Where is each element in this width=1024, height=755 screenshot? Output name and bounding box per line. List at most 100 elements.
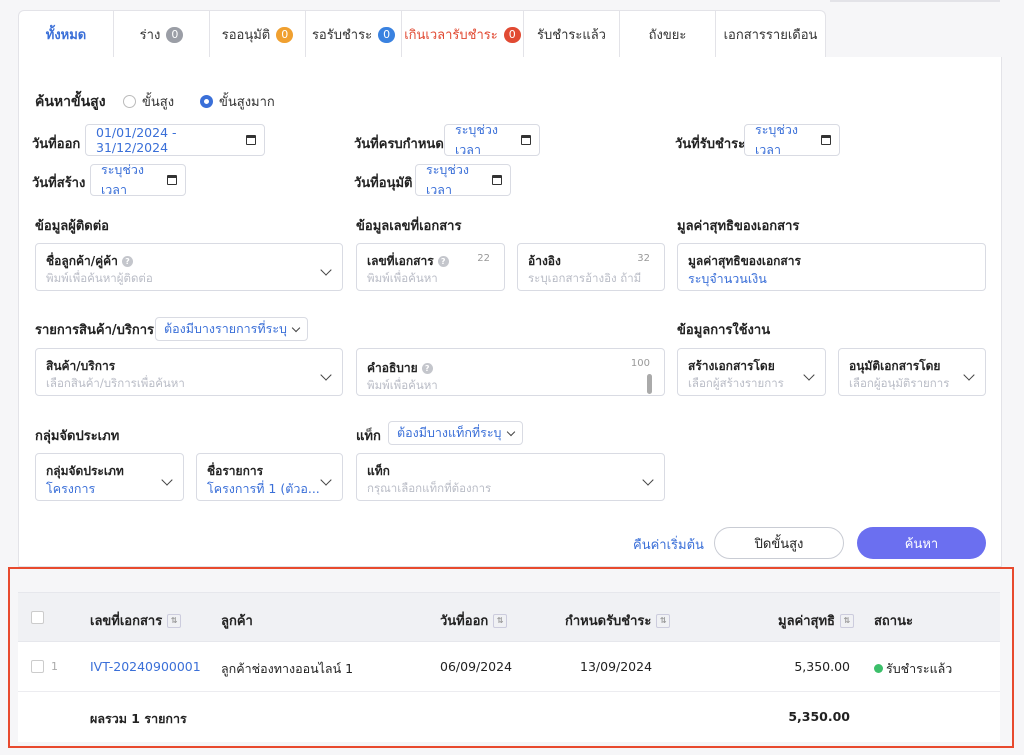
chevron-down-icon: [803, 369, 815, 381]
char-count: 32: [637, 253, 650, 264]
header-label: ลูกค้า: [221, 614, 253, 629]
customer-select[interactable]: ชื่อลูกค้า/คู่ค้า? พิมพ์เพื่อค้นหาผู้ติด…: [35, 243, 343, 291]
header-net-value[interactable]: มูลค่าสุทธิ ⇅: [778, 610, 854, 631]
group-select[interactable]: กลุ่มจัดประเภท โครงการ: [35, 453, 184, 501]
header-due-date[interactable]: กำหนดรับชำระ ⇅: [565, 610, 671, 631]
tag-select[interactable]: แท็ก กรุณาเลือกแท็กที่ต้องการ: [356, 453, 665, 501]
total-label: ผลรวม 1 รายการ: [90, 711, 187, 726]
tab-overdue[interactable]: เกินเวลารับชำระ 0: [402, 10, 524, 58]
reference-input[interactable]: อ้างอิง 32 ระบุเอกสารอ้างอิง ถ้ามี: [517, 243, 665, 291]
description-input[interactable]: คำอธิบาย? 100 พิมพ์เพื่อค้นหา: [356, 348, 665, 396]
tab-trash[interactable]: ถังขยะ: [620, 10, 716, 58]
advanced-search-panel: ค้นหาขั้นสูง ขั้นสูง ขั้นสูงมาก วันที่ออ…: [18, 57, 1002, 567]
net-value: 5,350.00: [794, 659, 850, 674]
row-checkbox[interactable]: [31, 660, 44, 673]
total-value: 5,350.00: [788, 709, 850, 724]
usage-section-title: ข้อมูลการใช้งาน: [677, 323, 771, 338]
help-icon: ?: [121, 256, 133, 267]
docno-input[interactable]: เลขที่เอกสาร? 22 พิมพ์เพื่อค้นหา: [356, 243, 505, 291]
field-placeholder: ระบุเอกสารอ้างอิง ถ้ามี: [528, 271, 642, 285]
field-placeholder: พิมพ์เพื่อค้นหาผู้ติดต่อ: [46, 271, 153, 285]
status-badge: รับชำระแล้ว: [874, 659, 952, 679]
radio-label: ขั้นสูง: [142, 95, 175, 110]
created-by-select[interactable]: สร้างเอกสารโดย เลือกผู้สร้างรายการ: [677, 348, 826, 396]
sort-icon[interactable]: ⇅: [656, 613, 671, 628]
customer-name: ลูกค้าช่องทางออนไลน์ 1: [221, 661, 354, 676]
date-value: ระบุช่วงเวลา: [755, 122, 798, 157]
field-label: สินค้า/บริการ: [46, 359, 116, 373]
table-header: เลขที่เอกสาร ⇅ ลูกค้า วันที่ออก ⇅ กำหนดรับ…: [18, 592, 1000, 642]
date-value: ระบุช่วงเวลา: [426, 162, 469, 197]
tab-awaiting-payment[interactable]: รอรับชำระ 0: [306, 10, 402, 58]
doc-number-link[interactable]: IVT-20240900001: [90, 659, 201, 674]
created-date-label: วันที่สร้าง: [32, 176, 86, 191]
tab-awaiting-approval[interactable]: รออนุมัติ 0: [210, 10, 306, 58]
created-date-picker[interactable]: ระบุช่วงเวลา: [90, 162, 186, 197]
product-filter-select[interactable]: ต้องมีบางรายการที่ระบุ: [155, 317, 308, 341]
tab-label: ทั้งหมด: [45, 28, 87, 43]
chevron-down-icon: [161, 474, 173, 486]
calendar-icon: [167, 175, 177, 185]
paid-date-picker[interactable]: ระบุช่วงเวลา: [744, 122, 840, 157]
row-index: 1: [51, 660, 58, 673]
tab-all[interactable]: ทั้งหมด: [18, 10, 114, 58]
reset-link[interactable]: คืนค่าเริ่มต้น: [633, 534, 704, 555]
net-amount-input[interactable]: มูลค่าสุทธิของเอกสาร ระบุจำนวนเงิน: [677, 243, 986, 291]
approved-date-picker[interactable]: ระบุช่วงเวลา: [415, 162, 511, 197]
chevron-down-icon: [963, 369, 975, 381]
radio-advanced[interactable]: ขั้นสูง: [123, 91, 174, 112]
chevron-down-icon: [320, 369, 332, 381]
radio-very-advanced[interactable]: ขั้นสูงมาก: [200, 91, 275, 112]
field-label: อ้างอิง: [528, 254, 561, 268]
chevron-down-icon: [506, 427, 515, 436]
sort-icon[interactable]: ⇅: [493, 613, 508, 628]
field-placeholder: เลือกผู้สร้างรายการ: [688, 376, 784, 390]
textarea-scrollbar[interactable]: [647, 374, 652, 394]
field-label: สร้างเอกสารโดย: [688, 359, 775, 373]
tab-monthly-docs[interactable]: เอกสารรายเดือน: [716, 10, 826, 58]
approved-by-select[interactable]: อนุมัติเอกสารโดย เลือกผู้อนุมัติรายการ: [838, 348, 986, 396]
header-docno[interactable]: เลขที่เอกสาร ⇅: [90, 610, 182, 631]
char-count: 22: [477, 253, 490, 264]
tab-paid[interactable]: รับชำระแล้ว: [524, 10, 620, 58]
field-value: โครงการ: [46, 481, 96, 496]
calendar-icon: [821, 135, 831, 145]
calendar-icon: [245, 135, 256, 145]
chevron-down-icon: [291, 323, 301, 332]
search-button[interactable]: ค้นหา: [857, 527, 986, 559]
header-label: มูลค่าสุทธิ: [778, 614, 835, 629]
paid-date-label: วันที่รับชำระ: [675, 137, 746, 152]
product-select[interactable]: สินค้า/บริการ เลือกสินค้า/บริการเพื่อค้น…: [35, 348, 343, 396]
select-all-checkbox[interactable]: [31, 611, 44, 624]
sort-icon[interactable]: ⇅: [167, 613, 182, 628]
results-table: เลขที่เอกสาร ⇅ ลูกค้า วันที่ออก ⇅ กำหนดรับ…: [18, 592, 1000, 742]
field-placeholder: พิมพ์เพื่อค้นหา: [367, 378, 438, 392]
chevron-down-icon: [320, 264, 332, 276]
sort-icon[interactable]: ⇅: [839, 613, 854, 628]
table-total-row: ผลรวม 1 รายการ 5,350.00: [18, 692, 1000, 742]
list-name-select[interactable]: ชื่อรายการ โครงการที่ 1 (ตัวอ...: [196, 453, 343, 501]
tab-label: รอรับชำระ: [311, 28, 373, 43]
issue-date-picker[interactable]: 01/01/2024 - 31/12/2024: [85, 124, 265, 156]
field-value: โครงการที่ 1 (ตัวอ...: [207, 481, 320, 496]
header-label: กำหนดรับชำระ: [565, 614, 652, 629]
tab-label: เอกสารรายเดือน: [723, 28, 818, 43]
field-label: ชื่อลูกค้า/คู่ค้า: [46, 254, 118, 268]
count-badge: 0: [166, 26, 184, 43]
field-label: อนุมัติเอกสารโดย: [849, 359, 941, 373]
top-divider: [830, 0, 1000, 2]
tab-draft[interactable]: ร่าง 0: [114, 10, 210, 58]
header-label: สถานะ: [874, 614, 913, 629]
date-value: ระบุช่วงเวลา: [455, 122, 498, 157]
radio-label: ขั้นสูงมาก: [219, 95, 275, 110]
due-date-label: วันที่ครบกำหนด: [354, 137, 444, 152]
due-date-picker[interactable]: ระบุช่วงเวลา: [444, 122, 540, 157]
select-value: ต้องมีบางแท็กที่ระบุ: [397, 425, 502, 440]
close-advanced-button[interactable]: ปิดขั้นสูง: [714, 527, 844, 559]
date-value: ระบุช่วงเวลา: [101, 162, 144, 197]
table-row[interactable]: 1 IVT-20240900001 ลูกค้าช่องทางออนไลน์ 1…: [18, 642, 1000, 692]
calendar-icon: [521, 135, 531, 145]
header-issue-date[interactable]: วันที่ออก ⇅: [440, 610, 508, 631]
tag-filter-select[interactable]: ต้องมีบางแท็กที่ระบุ: [388, 421, 523, 445]
field-placeholder: เลือกสินค้า/บริการเพื่อค้นหา: [46, 376, 185, 390]
